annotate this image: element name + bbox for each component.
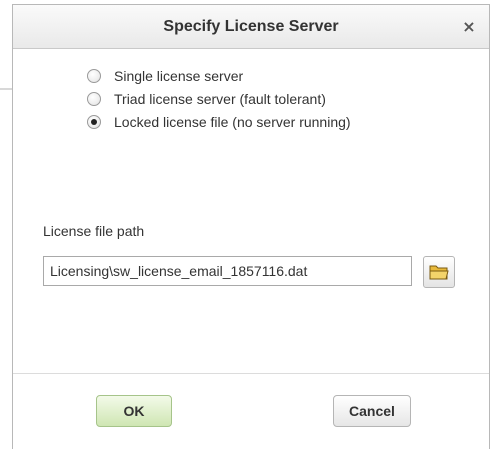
browse-button[interactable] <box>423 256 455 288</box>
radio-button[interactable] <box>87 69 101 83</box>
footer-divider <box>13 373 489 374</box>
option-single-license-server[interactable]: Single license server <box>87 65 351 87</box>
cancel-button[interactable]: Cancel <box>333 395 411 427</box>
option-locked-license-file[interactable]: Locked license file (no server running) <box>87 111 351 133</box>
ok-button[interactable]: OK <box>96 395 172 427</box>
dialog-title: Specify License Server <box>163 18 339 35</box>
license-type-radio-group: Single license server Triad license serv… <box>87 65 351 134</box>
option-label: Triad license server (fault tolerant) <box>114 91 326 107</box>
option-label: Single license server <box>114 68 244 84</box>
close-icon: × <box>462 17 476 36</box>
dialog-titlebar: Specify License Server × <box>13 5 489 49</box>
option-triad-license-server[interactable]: Triad license server (fault tolerant) <box>87 88 351 110</box>
license-server-dialog: Specify License Server × Single license … <box>12 4 490 449</box>
close-button[interactable]: × <box>457 15 481 39</box>
folder-icon <box>429 265 449 280</box>
background-divider <box>0 88 12 90</box>
radio-button-selected[interactable] <box>87 115 101 129</box>
license-file-path-input[interactable] <box>43 256 412 286</box>
option-label: Locked license file (no server running) <box>114 114 351 130</box>
radio-button[interactable] <box>87 92 101 106</box>
license-file-path-label: License file path <box>43 223 145 239</box>
